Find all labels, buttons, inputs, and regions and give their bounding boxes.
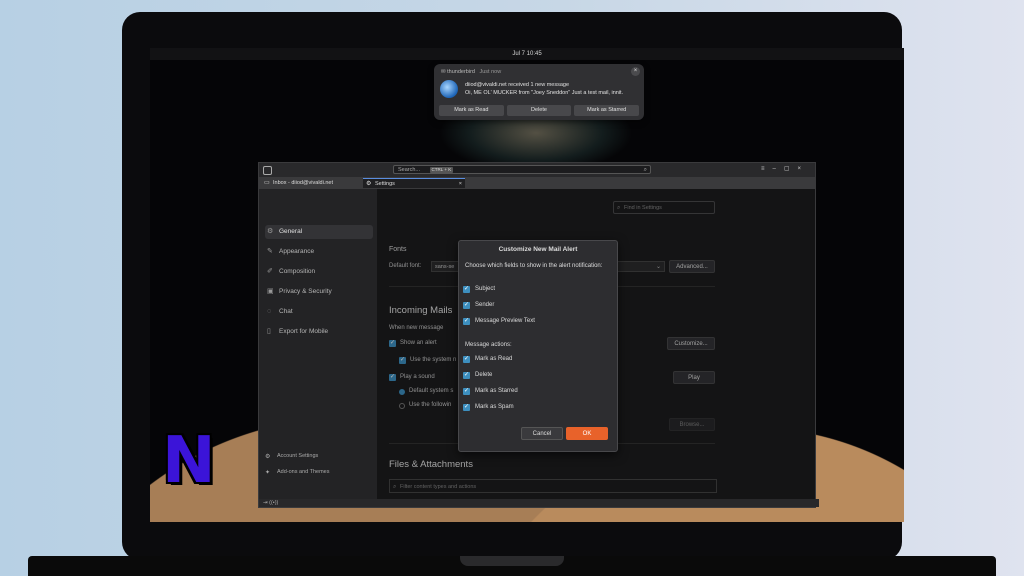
sender-checkbox[interactable]: ✓ (463, 302, 470, 309)
customize-alert-dialog: Customize New Mail Alert Choose which fi… (458, 240, 618, 452)
notification-app: thunderbird (447, 69, 475, 75)
pencil-icon: ✐ (267, 268, 273, 275)
thunderbird-icon: ✉ (441, 69, 446, 75)
addons-link[interactable]: ✦ Add-ons and Themes (265, 469, 330, 476)
status-bar: ⇥ ((•)) (259, 499, 819, 507)
cancel-button[interactable]: Cancel (521, 427, 563, 440)
maximize-icon[interactable]: ▢ (784, 166, 798, 172)
activity-icon[interactable]: ⇥ ((•)) (263, 500, 278, 506)
sidebar-item-chat[interactable]: ◌ Chat (265, 305, 373, 319)
subject-checkbox[interactable]: ✓ (463, 286, 470, 293)
sidebar-item-privacy[interactable]: ▣ Privacy & Security (265, 285, 373, 299)
notification-actions: Mark as Read Delete Mark as Starred (439, 105, 640, 116)
preview-text-option[interactable]: ✓ Message Preview Text (463, 318, 535, 325)
mark-as-spam-checkbox[interactable]: ✓ (463, 404, 470, 411)
sidebar-item-label: Composition (279, 268, 316, 275)
search-placeholder: Search... (398, 167, 421, 173)
puzzle-icon: ✦ (265, 470, 271, 476)
avatar (440, 80, 458, 98)
mark-as-read-option[interactable]: ✓ Mark as Read (463, 356, 513, 363)
sidebar-item-label: Privacy & Security (279, 288, 332, 295)
tab-inbox[interactable]: ▭ Inbox - diiod@vivaldi.net (261, 178, 361, 188)
phone-icon: ▯ (267, 328, 271, 335)
sidebar-item-label: Chat (279, 308, 293, 315)
close-icon[interactable]: × (631, 67, 640, 76)
sidebar-item-export[interactable]: ▯ Export for Mobile (265, 325, 373, 339)
dialog-description: Choose which fields to show in the alert… (465, 263, 603, 269)
delete-label: Delete (475, 372, 493, 378)
notification-header: ✉ thunderbird Just now (441, 69, 501, 75)
sender-label: Sender (475, 302, 495, 308)
mark-as-spam-option[interactable]: ✓ Mark as Spam (463, 404, 514, 411)
delete-checkbox[interactable]: ✓ (463, 372, 470, 379)
sidebar-item-label: Appearance (279, 248, 315, 255)
brush-icon: ✎ (267, 248, 273, 255)
sidebar-item-label: Export for Mobile (279, 328, 329, 335)
search-shortcut: CTRL + K (429, 167, 454, 173)
account-icon: ⚙ (265, 454, 271, 460)
account-settings-link[interactable]: ⚙ Account Settings (265, 453, 319, 460)
top-bar-clock[interactable]: Jul 7 10:45 (150, 48, 904, 60)
ok-button[interactable]: OK (566, 427, 608, 440)
laptop-notch (460, 556, 564, 566)
sidebar-item-general[interactable]: ⚙ General (265, 225, 373, 239)
settings-sidebar: ⚙ General ✎ Appearance ✐ Composition ▣ Priva… (259, 189, 377, 499)
notification-body: Oi, ME OL' MUCKER from "Joey Sneddon" Ju… (465, 90, 624, 96)
mark-as-read-checkbox[interactable]: ✓ (463, 356, 470, 363)
search-icon: ⌕ (643, 167, 647, 173)
sender-option[interactable]: ✓ Sender (463, 302, 495, 309)
gear-icon: ⚙ (267, 228, 274, 235)
sidebar-item-label: General (279, 228, 303, 235)
title-bar: Search... CTRL + K ⌕ ≡–▢× (259, 163, 815, 177)
mark-as-starred-option[interactable]: ✓ Mark as Starred (463, 388, 518, 395)
mark-as-starred-checkbox[interactable]: ✓ (463, 388, 470, 395)
window-controls: ≡–▢× (761, 165, 809, 172)
subject-option[interactable]: ✓ Subject (463, 286, 496, 293)
chat-icon: ◌ (267, 308, 272, 315)
close-tab-icon[interactable]: × (459, 179, 462, 189)
delete-button[interactable]: Delete (506, 105, 572, 116)
inbox-icon: ▭ (264, 180, 270, 186)
sidebar-item-composition[interactable]: ✐ Composition (265, 265, 373, 279)
footer-label: Add-ons and Themes (277, 469, 330, 475)
mark-as-read-button[interactable]: Mark as Read (439, 105, 504, 116)
menu-icon[interactable]: ≡ (761, 166, 773, 172)
tab-inbox-label: Inbox - diiod@vivaldi.net (273, 180, 334, 186)
dialog-title: Customize New Mail Alert (498, 246, 578, 253)
message-actions-heading: Message actions: (465, 342, 512, 348)
close-window-icon[interactable]: × (797, 166, 809, 172)
subject-label: Subject (475, 286, 496, 292)
gear-icon: ⚙ (366, 181, 372, 187)
preview-text-checkbox[interactable]: ✓ (463, 318, 470, 325)
mark-as-starred-button[interactable]: Mark as Starred (574, 105, 640, 116)
notification-time: Just now (479, 69, 502, 75)
brand-logo: N (162, 424, 216, 498)
mark-as-spam-label: Mark as Spam (475, 404, 514, 410)
tab-settings-label: Settings (375, 181, 395, 187)
app-menu-icon[interactable] (263, 166, 272, 175)
tab-bar: ▭ Inbox - diiod@vivaldi.net ⚙ Settings × (259, 177, 815, 189)
lock-icon: ▣ (267, 288, 274, 295)
minimize-icon[interactable]: – (772, 166, 783, 172)
mark-as-read-label: Mark as Read (475, 356, 513, 362)
search-input[interactable]: Search... CTRL + K ⌕ (393, 165, 651, 174)
tab-settings[interactable]: ⚙ Settings × (363, 178, 465, 188)
desktop-screen: Jul 7 10:45 ✉ thunderbird Just now × dii… (150, 48, 904, 522)
sidebar-item-appearance[interactable]: ✎ Appearance (265, 245, 373, 259)
notification-summary: diiod@vivaldi.net received 1 new message (465, 82, 570, 88)
mark-as-starred-label: Mark as Starred (475, 388, 518, 394)
footer-label: Account Settings (277, 453, 319, 459)
preview-text-label: Message Preview Text (475, 318, 535, 324)
notification-popup[interactable]: ✉ thunderbird Just now × diiod@vivaldi.n… (434, 64, 644, 120)
delete-option[interactable]: ✓ Delete (463, 372, 493, 379)
